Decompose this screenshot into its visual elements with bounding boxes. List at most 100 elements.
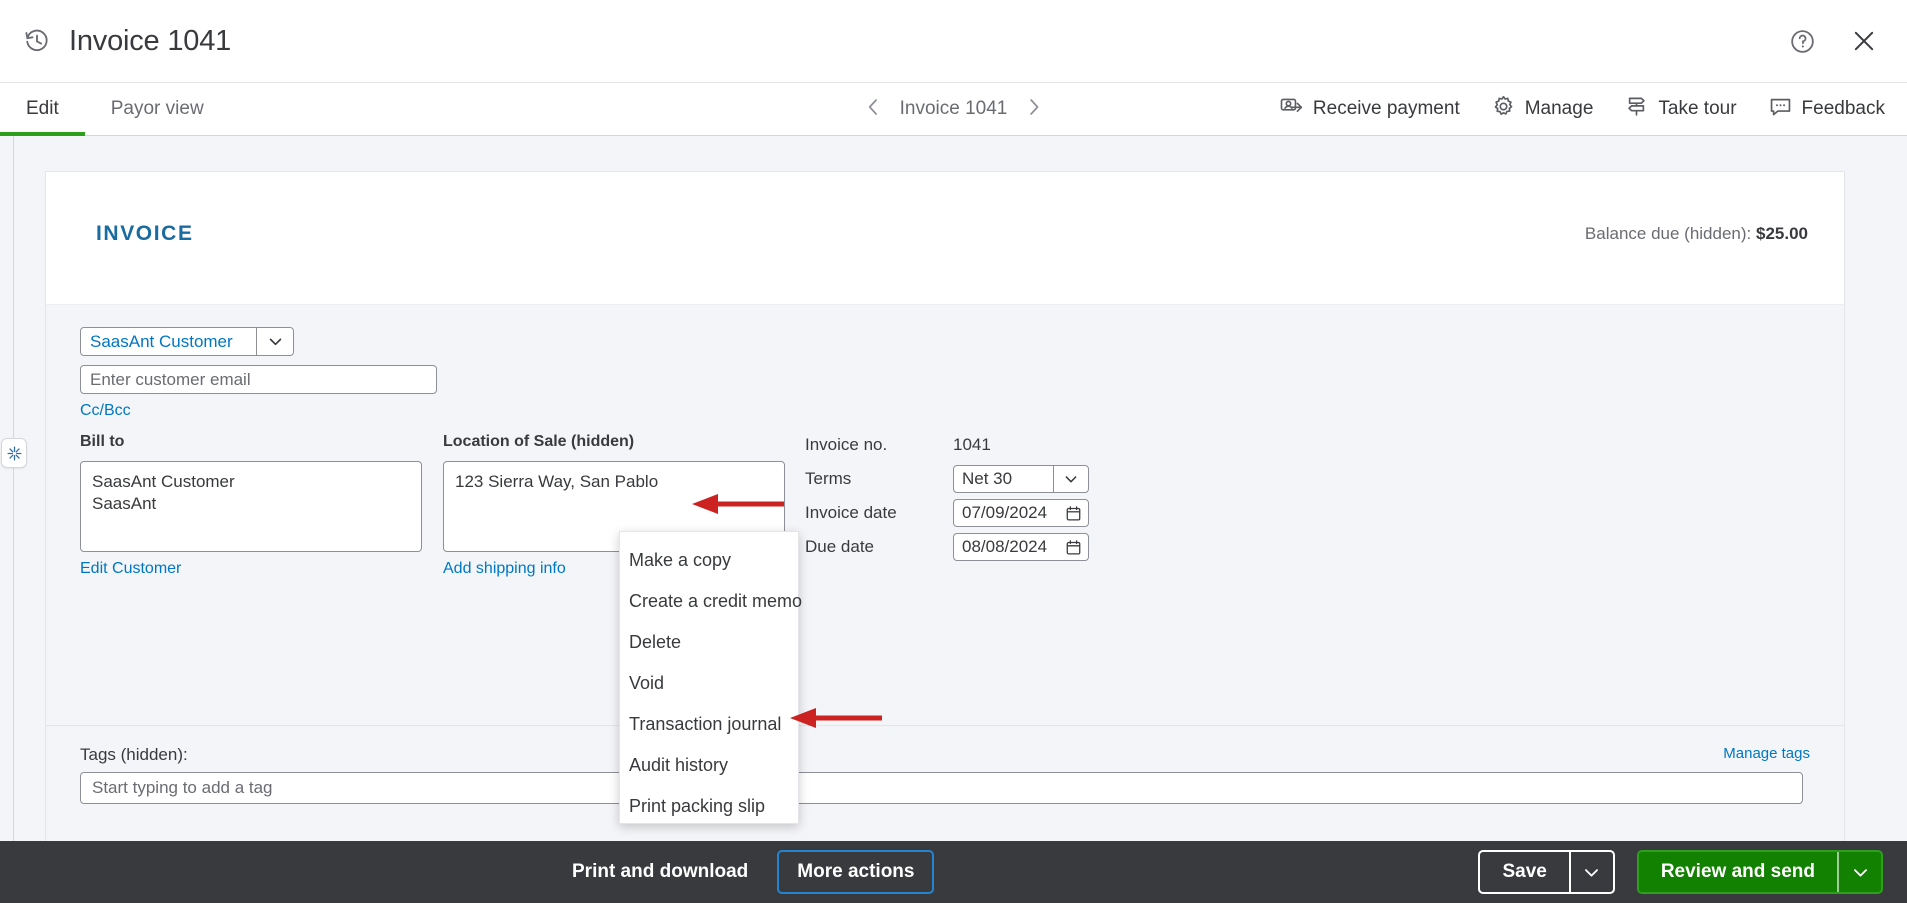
window-header: Invoice 1041 [0, 0, 1907, 83]
invoice-editor-window: Invoice 1041 Edit Payor view Invoice 104… [0, 0, 1907, 903]
location-of-sale-label: Location of Sale (hidden) [443, 433, 635, 450]
due-date-value: 08/08/2024 [962, 537, 1048, 556]
chevron-down-icon[interactable] [1571, 852, 1613, 892]
close-x-icon[interactable] [1848, 25, 1880, 57]
review-split-divider [1837, 852, 1839, 892]
due-date-row: Due date 08/08/2024 [805, 532, 1089, 562]
chevron-down-icon[interactable] [1054, 466, 1088, 492]
menu-item-transaction-journal[interactable]: Transaction journal [620, 704, 798, 745]
manage-button[interactable]: Manage [1491, 94, 1594, 124]
invoice-heading: INVOICE [96, 222, 194, 245]
print-and-download-button[interactable]: Print and download [572, 861, 748, 883]
tags-section: Tags (hidden): Manage tags [46, 726, 1844, 841]
manage-tags-link[interactable]: Manage tags [1723, 745, 1810, 762]
feedback-button[interactable]: Feedback [1768, 94, 1885, 124]
tab-edit-label: Edit [26, 98, 59, 119]
record-navigation: Invoice 1041 [862, 97, 1046, 121]
tags-input[interactable] [80, 772, 1803, 804]
menu-item-void[interactable]: Void [620, 663, 798, 704]
menu-item-label: Make a copy [629, 550, 732, 570]
header-actions [1786, 25, 1880, 57]
invoice-date-value: 07/09/2024 [962, 503, 1048, 522]
tab-payor-view-label: Payor view [110, 98, 204, 119]
add-shipping-info-link[interactable]: Add shipping info [443, 560, 566, 578]
history-clock-icon[interactable] [22, 26, 52, 56]
collapse-panel-icon[interactable] [1, 438, 27, 468]
receive-payment-label: Receive payment [1312, 98, 1460, 119]
chevron-right-icon[interactable] [1023, 97, 1045, 121]
edit-customer-link[interactable]: Edit Customer [80, 560, 181, 578]
help-circle-icon[interactable] [1786, 25, 1818, 57]
customer-email-input[interactable] [80, 365, 437, 394]
review-and-send-button[interactable]: Review and send [1638, 852, 1837, 892]
invoice-date-field[interactable]: 07/09/2024 [953, 499, 1089, 527]
calendar-icon[interactable] [1058, 539, 1088, 556]
invoice-no-value: 1041 [953, 435, 991, 454]
menu-item-label: Delete [629, 632, 682, 652]
menu-item-make-a-copy[interactable]: Make a copy [620, 540, 798, 581]
menu-item-label: Print packing slip [629, 796, 766, 816]
tab-edit[interactable]: Edit [0, 83, 85, 136]
balance-due-label: Balance due (hidden): [1584, 224, 1752, 243]
menu-item-delete[interactable]: Delete [620, 622, 798, 663]
menu-item-label: Transaction journal [629, 714, 782, 734]
terms-row: Terms Net 30 [805, 464, 1089, 494]
balance-due: Balance due (hidden): $25.00 [1585, 224, 1808, 244]
bill-to-address-box[interactable]: SaasAnt Customer SaasAnt [80, 461, 422, 552]
chevron-left-icon[interactable] [862, 97, 884, 121]
tags-label: Tags (hidden): [80, 745, 188, 764]
customer-select[interactable]: SaasAnt Customer [80, 327, 294, 356]
menu-item-print-packing-slip[interactable]: Print packing slip [620, 786, 798, 827]
take-tour-label: Take tour [1658, 98, 1737, 119]
balance-due-value: $25.00 [1756, 224, 1808, 243]
bill-to-label: Bill to [80, 433, 125, 450]
more-actions-button[interactable]: More actions [777, 850, 935, 894]
customer-select-value: SaasAnt Customer [90, 332, 233, 351]
bill-to-line-2: SaasAnt [92, 494, 157, 513]
signpost-icon [1624, 94, 1649, 124]
footer-action-bar: Print and download More actions Save Rev… [0, 841, 1907, 903]
toolbar: Edit Payor view Invoice 1041 Receive pay… [0, 83, 1907, 136]
page-title: Invoice 1041 [69, 24, 232, 57]
save-button[interactable]: Save [1480, 852, 1568, 892]
chevron-down-icon[interactable] [1839, 852, 1881, 892]
invoice-canvas: INVOICE Balance due (hidden): $25.00 Saa… [0, 136, 1907, 841]
invoice-sheet-header: INVOICE Balance due (hidden): $25.00 [46, 172, 1844, 305]
menu-item-audit-history[interactable]: Audit history [620, 745, 798, 786]
bill-to-block: Bill to SaasAnt Customer SaasAnt Edit Cu… [80, 433, 422, 578]
location-of-sale-value: 123 Sierra Way, San Pablo [455, 472, 659, 491]
save-split-button: Save [1478, 850, 1615, 894]
invoice-date-label: Invoice date [805, 503, 897, 522]
invoice-no-row: Invoice no. 1041 [805, 430, 1089, 460]
review-and-send-split-button: Review and send [1636, 850, 1883, 894]
toolbar-actions: Receive payment Manage Take tour Feedbac… [1279, 94, 1885, 124]
menu-item-create-a-credit-memo[interactable]: Create a credit memo [620, 581, 802, 622]
manage-label: Manage [1524, 98, 1594, 119]
invoice-meta: Invoice no. 1041 Terms Net 30 Invoice da… [805, 430, 1089, 562]
left-rail-divider [13, 136, 14, 841]
comment-icon [1768, 94, 1793, 124]
due-date-field[interactable]: 08/08/2024 [953, 533, 1089, 561]
more-actions-menu: Make a copy Create a credit memo Delete … [619, 531, 802, 827]
menu-item-label: Audit history [629, 755, 729, 775]
due-date-label: Due date [805, 537, 874, 556]
terms-value: Net 30 [962, 469, 1013, 488]
menu-item-label: Create a credit memo [629, 591, 803, 611]
chevron-down-icon[interactable] [257, 328, 293, 355]
tab-list: Edit Payor view [0, 83, 230, 136]
terms-select[interactable]: Net 30 [953, 465, 1089, 493]
feedback-label: Feedback [1801, 98, 1885, 119]
invoice-sheet-body: SaasAnt Customer Cc/Bcc Bill to SaasAnt … [46, 305, 1844, 841]
invoice-sheet: INVOICE Balance due (hidden): $25.00 Saa… [45, 171, 1845, 841]
cc-bcc-link[interactable]: Cc/Bcc [80, 402, 131, 420]
terms-label: Terms [805, 469, 852, 488]
bill-to-line-1: SaasAnt Customer [92, 472, 235, 491]
take-tour-button[interactable]: Take tour [1624, 94, 1737, 124]
tab-payor-view[interactable]: Payor view [85, 83, 230, 136]
calendar-icon[interactable] [1058, 505, 1088, 522]
receive-payment-icon [1279, 94, 1304, 124]
invoice-date-row: Invoice date 07/09/2024 [805, 498, 1089, 528]
menu-item-label: Void [629, 673, 665, 693]
receive-payment-button[interactable]: Receive payment [1279, 94, 1460, 124]
record-nav-label: Invoice 1041 [899, 98, 1008, 119]
